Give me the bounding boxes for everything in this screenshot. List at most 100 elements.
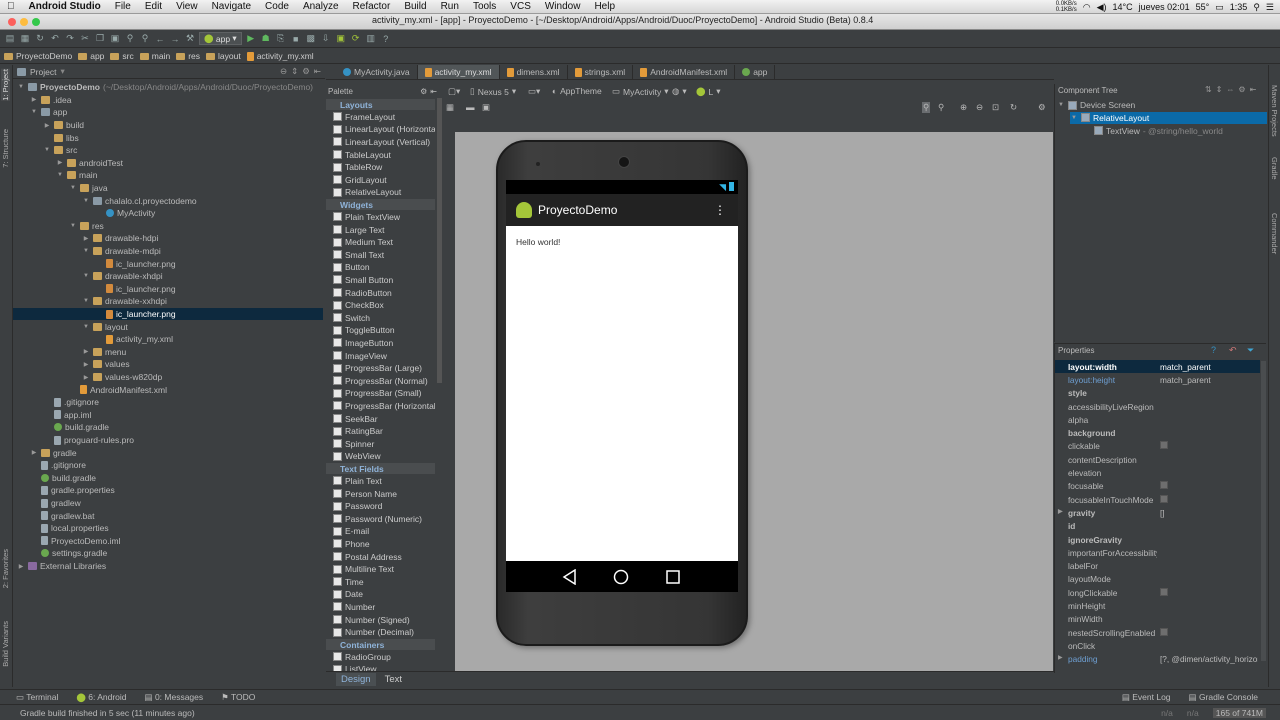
- property-row[interactable]: layoutMode: [1055, 573, 1260, 586]
- mac-menu-view[interactable]: View: [169, 1, 205, 12]
- property-row[interactable]: layout:width match_parent: [1055, 360, 1260, 374]
- property-value[interactable]: [1157, 481, 1258, 491]
- palette-item[interactable]: CheckBox: [333, 299, 435, 312]
- breadcrumb-item[interactable]: layout: [206, 51, 241, 61]
- palette-item[interactable]: ProgressBar (Horizontal): [333, 400, 435, 413]
- collapsed-arrow-icon[interactable]: ▶: [82, 374, 90, 381]
- mac-menu-file[interactable]: File: [108, 1, 138, 12]
- expanded-arrow-icon[interactable]: ▼: [17, 84, 25, 90]
- undo-icon[interactable]: ↶: [49, 33, 61, 45]
- zoom-actual-icon[interactable]: ⚲: [922, 102, 931, 113]
- checkbox[interactable]: [1160, 494, 1168, 503]
- tree-item[interactable]: ProyectoDemo.iml: [13, 535, 323, 548]
- maven-tool-tab[interactable]: Maven Projects: [1270, 85, 1279, 137]
- collapsed-arrow-icon[interactable]: ▶: [82, 235, 90, 242]
- property-row[interactable]: longClickable: [1055, 586, 1260, 599]
- palette-item[interactable]: RadioGroup: [333, 651, 435, 664]
- palette-item[interactable]: Password: [333, 500, 435, 513]
- minimize-window-button[interactable]: [20, 18, 28, 26]
- expanded-arrow-icon[interactable]: ▼: [1057, 102, 1065, 108]
- tree-item[interactable]: .gitignore: [13, 459, 323, 472]
- back-icon[interactable]: ←: [154, 33, 166, 45]
- editor-tab[interactable]: MyActivity.java: [336, 65, 418, 79]
- filter-icon[interactable]: ⏷: [1247, 345, 1254, 356]
- tree-item[interactable]: ▼ chalalo.cl.proyectodemo: [13, 194, 323, 207]
- component-tree-tools[interactable]: ⇅⇕⇔⚙⇤: [1205, 85, 1260, 94]
- app-menu[interactable]: Android Studio: [22, 1, 108, 12]
- zoom-reset-icon[interactable]: ⊡: [992, 102, 999, 113]
- tool-tab-event-log[interactable]: ▤ Event Log: [1122, 692, 1171, 703]
- tree-item[interactable]: .gitignore: [13, 396, 323, 409]
- collapsed-arrow-icon[interactable]: ▶: [82, 348, 90, 355]
- tab-text[interactable]: Text: [380, 673, 407, 686]
- recents-icon[interactable]: [665, 569, 681, 585]
- hide-icon[interactable]: ⇤: [314, 66, 321, 77]
- relative-layout[interactable]: Hello world!: [506, 226, 738, 561]
- zoom-out-icon[interactable]: ⊖: [976, 102, 983, 113]
- property-row[interactable]: labelFor: [1055, 560, 1260, 573]
- palette-category[interactable]: Layouts: [326, 99, 435, 110]
- expanded-arrow-icon[interactable]: ▼: [82, 198, 90, 204]
- palette-item[interactable]: LinearLayout (Horizontal): [333, 123, 435, 136]
- palette-item[interactable]: TableLayout: [333, 148, 435, 161]
- tree-item[interactable]: settings.gradle: [13, 547, 323, 560]
- property-row[interactable]: style: [1055, 387, 1260, 400]
- expanded-arrow-icon[interactable]: ▼: [82, 248, 90, 254]
- expanded-arrow-icon[interactable]: ▼: [82, 298, 90, 304]
- checkbox[interactable]: [1160, 587, 1168, 596]
- mac-menu-window[interactable]: Window: [538, 1, 588, 12]
- palette-item[interactable]: Number: [333, 601, 435, 614]
- expanded-arrow-icon[interactable]: ▼: [69, 185, 77, 191]
- tree-item[interactable]: ▶ androidTest: [13, 157, 323, 170]
- volume-icon[interactable]: ◀): [1097, 2, 1107, 13]
- build-variants-tool-tab[interactable]: Build Variants: [1, 621, 10, 667]
- property-row[interactable]: focusable: [1055, 480, 1260, 493]
- back-icon[interactable]: [562, 569, 578, 585]
- palette-item[interactable]: Date: [333, 588, 435, 601]
- hide-icon[interactable]: ⇤: [430, 87, 437, 96]
- mac-menu-code[interactable]: Code: [258, 1, 296, 12]
- property-row[interactable]: gravity ▶ []: [1055, 506, 1260, 519]
- tree-item[interactable]: gradlew.bat: [13, 509, 323, 522]
- palette-item[interactable]: Large Text: [333, 223, 435, 236]
- monitor-icon[interactable]: ▥: [365, 33, 377, 45]
- property-row[interactable]: alpha: [1055, 413, 1260, 426]
- tool-tab-messages[interactable]: ▤ 0: Messages: [145, 692, 204, 703]
- palette-item[interactable]: Time: [333, 576, 435, 589]
- tree-item[interactable]: ▼ drawable-xxhdpi: [13, 295, 323, 308]
- property-value[interactable]: [1157, 587, 1258, 598]
- palette-item[interactable]: LinearLayout (Vertical): [333, 136, 435, 149]
- tree-item[interactable]: AndroidManifest.xml: [13, 383, 323, 396]
- collapsed-arrow-icon[interactable]: ▶: [82, 361, 90, 368]
- gear-icon[interactable]: ⚙: [302, 66, 310, 77]
- tree-item[interactable]: build.gradle: [13, 472, 323, 485]
- palette-item[interactable]: Plain Text: [333, 475, 435, 488]
- action-bar[interactable]: ProyectoDemo ⋮: [506, 194, 738, 226]
- property-row[interactable]: onClick: [1055, 639, 1260, 652]
- debug-icon[interactable]: ☗: [260, 33, 272, 45]
- gear-icon[interactable]: ⚙: [420, 87, 427, 96]
- tree-item[interactable]: ▶ .idea: [13, 94, 323, 107]
- property-row[interactable]: accessibilityLiveRegion: [1055, 400, 1260, 413]
- tab-design[interactable]: Design: [336, 673, 376, 686]
- component-node[interactable]: TextView - @string/hello_world: [1083, 125, 1223, 137]
- make-project-icon[interactable]: ⚒: [184, 33, 196, 45]
- editor-tab[interactable]: dimens.xml: [500, 65, 568, 79]
- palette-item[interactable]: WebView: [333, 450, 435, 463]
- property-row[interactable]: clickable: [1055, 440, 1260, 453]
- mac-menu-edit[interactable]: Edit: [138, 1, 169, 12]
- palette-category[interactable]: Widgets: [326, 199, 435, 211]
- property-row[interactable]: elevation: [1055, 466, 1260, 479]
- avd-manager-icon[interactable]: ▣: [335, 33, 347, 45]
- property-row[interactable]: minHeight: [1055, 599, 1260, 612]
- overflow-menu-icon[interactable]: ⋮: [714, 204, 726, 216]
- property-value[interactable]: match_parent: [1157, 375, 1258, 385]
- layout-grid-icon[interactable]: ▦: [446, 102, 454, 113]
- mac-menu-build[interactable]: Build: [397, 1, 433, 12]
- palette-item[interactable]: ImageView: [333, 349, 435, 362]
- battery-icon[interactable]: ▭: [1215, 2, 1224, 13]
- tree-item[interactable]: gradle.properties: [13, 484, 323, 497]
- forward-icon[interactable]: →: [169, 33, 181, 45]
- save-all-icon[interactable]: ▦: [19, 33, 31, 45]
- palette-item[interactable]: ToggleButton: [333, 324, 435, 337]
